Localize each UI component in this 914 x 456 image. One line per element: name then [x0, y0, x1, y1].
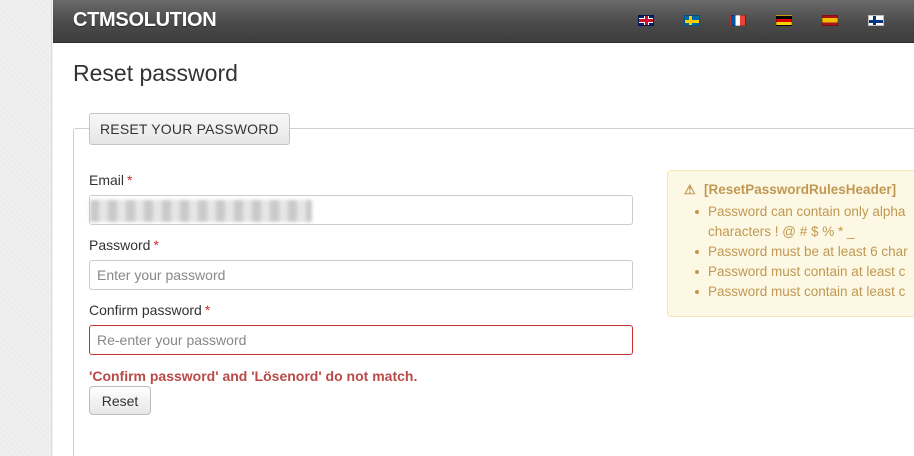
panel-legend: RESET YOUR PASSWORD [89, 113, 290, 145]
reset-button[interactable]: Reset [89, 386, 151, 415]
rule-text-continued: characters ! @ # $ % * _ [708, 224, 855, 239]
spain-flag-icon[interactable] [822, 15, 838, 26]
sweden-flag-icon[interactable] [684, 15, 700, 26]
redacted-email-value [90, 200, 312, 222]
confirm-password-field[interactable] [89, 325, 633, 355]
email-label: Email * [89, 172, 132, 188]
password-field[interactable] [89, 260, 633, 290]
rule-text: Password must be at least 6 char [708, 244, 908, 259]
germany-flag-icon[interactable] [776, 15, 792, 26]
rule-text: Password must contain at least c [708, 264, 906, 279]
password-rules-alert: ⚠ [ResetPasswordRulesHeader] Password can… [667, 170, 914, 317]
rules-header-text: [ResetPasswordRulesHeader] [704, 182, 897, 197]
warning-icon: ⚠ [684, 182, 696, 197]
rules-header: ⚠ [ResetPasswordRulesHeader] [684, 182, 896, 198]
email-label-text: Email [89, 172, 125, 188]
required-marker: * [204, 302, 211, 318]
top-navbar: CTMSOLUTION [53, 0, 914, 43]
confirm-password-label-text: Confirm password [89, 302, 202, 318]
confirm-password-label: Confirm password * [89, 302, 210, 318]
rule-item: Password can contain only alpha character… [691, 202, 908, 242]
rule-text: Password must contain at least c [708, 284, 906, 299]
finland-flag-icon[interactable] [868, 15, 884, 26]
left-gutter [0, 0, 52, 456]
rule-item: Password must contain at least c [691, 262, 908, 282]
brand-logo[interactable]: CTMSOLUTION [73, 9, 217, 32]
rule-item: Password must be at least 6 char [691, 242, 908, 262]
rules-list: Password can contain only alpha character… [691, 202, 908, 302]
rule-text: Password can contain only alpha [708, 204, 906, 219]
password-label: Password * [89, 237, 159, 253]
rule-item: Password must contain at least c [691, 282, 908, 302]
uk-flag-icon[interactable] [638, 15, 654, 26]
password-label-text: Password [89, 237, 151, 253]
france-flag-icon[interactable] [730, 15, 746, 26]
password-mismatch-error: 'Confirm password' and 'Lösenord' do not… [89, 368, 418, 384]
required-marker: * [127, 172, 133, 188]
required-marker: * [153, 237, 159, 253]
page-title: Reset password [73, 60, 238, 86]
